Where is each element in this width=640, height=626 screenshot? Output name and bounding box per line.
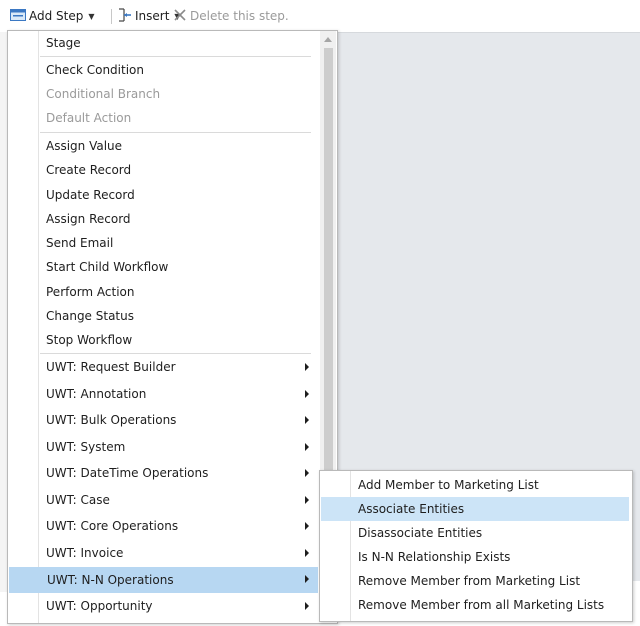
menu-item-start-child-workflow[interactable]: Start Child Workflow — [8, 255, 318, 279]
insert-icon — [118, 7, 132, 25]
menu-item-uwt-system[interactable]: UWT: System — [8, 435, 318, 459]
submenu-arrow-icon — [305, 602, 309, 610]
submenu-arrow-icon — [305, 390, 309, 398]
add-step-label: Add Step — [29, 9, 84, 23]
menu-item-check-condition[interactable]: Check Condition — [8, 58, 318, 82]
add-step-icon — [10, 8, 26, 25]
menu-item-uwt-opportunity[interactable]: UWT: Opportunity — [8, 594, 318, 618]
submenu-item-remove-member-from-marketing-list[interactable]: Remove Member from Marketing List — [321, 569, 629, 593]
submenu-item-is-nn-relationship-exists[interactable]: Is N-N Relationship Exists — [321, 545, 629, 569]
insert-label: Insert — [135, 9, 170, 23]
menu-item-send-email[interactable]: Send Email — [8, 231, 318, 255]
submenu-arrow-icon — [305, 549, 309, 557]
menu-separator — [40, 56, 311, 57]
submenu-arrow-icon — [305, 496, 309, 504]
scroll-up-button[interactable] — [320, 31, 336, 47]
menu-item-uwt-case[interactable]: UWT: Case — [8, 488, 318, 512]
submenu-arrow-icon — [305, 575, 309, 583]
left-panel-edge — [0, 32, 7, 592]
submenu-arrow-icon — [305, 416, 309, 424]
menu-item-perform-action[interactable]: Perform Action — [8, 280, 318, 304]
menu-item-uwt-bulk-operations[interactable]: UWT: Bulk Operations — [8, 408, 318, 432]
menu-item-create-record[interactable]: Create Record — [8, 158, 318, 182]
menu-item-update-record[interactable]: Update Record — [8, 183, 318, 207]
menu-item-uwt-annotation[interactable]: UWT: Annotation — [8, 382, 318, 406]
scroll-up-arrow-icon — [324, 36, 332, 42]
menu-item-change-status[interactable]: Change Status — [8, 304, 318, 328]
submenu-arrow-icon — [305, 443, 309, 451]
submenu-item-disassociate-entities[interactable]: Disassociate Entities — [321, 521, 629, 545]
menu-item-uwt-nn-operations[interactable]: UWT: N-N Operations — [9, 567, 318, 593]
menu-item-default-action: Default Action — [46, 111, 132, 125]
chevron-down-icon: ▼ — [88, 11, 95, 21]
menu-item-stage[interactable]: Stage — [8, 31, 318, 55]
menu-item-assign-value[interactable]: Assign Value — [8, 134, 318, 158]
submenu-item-remove-member-from-all-marketing-lists[interactable]: Remove Member from all Marketing Lists — [321, 593, 629, 617]
nn-operations-submenu: Add Member to Marketing List Associate E… — [319, 470, 633, 622]
toolbar-divider — [111, 9, 112, 24]
menu-separator — [40, 132, 311, 133]
menu-item-assign-record[interactable]: Assign Record — [8, 207, 318, 231]
menu-separator — [40, 353, 311, 354]
delete-x-icon — [173, 8, 187, 25]
delete-step-button[interactable]: Delete this step. — [173, 6, 289, 26]
menu-item-uwt-datetime-operations[interactable]: UWT: DateTime Operations — [8, 461, 318, 485]
submenu-item-associate-entities[interactable]: Associate Entities — [321, 497, 629, 521]
menu-item-uwt-core-operations[interactable]: UWT: Core Operations — [8, 514, 318, 538]
toolbar: Add Step ▼ Insert ▼ Delete this step. — [0, 0, 640, 32]
add-step-button[interactable]: Add Step ▼ — [10, 6, 95, 26]
scroll-thumb[interactable] — [324, 48, 333, 488]
submenu-arrow-icon — [305, 469, 309, 477]
submenu-arrow-icon — [305, 522, 309, 530]
menu-item-uwt-request-builder[interactable]: UWT: Request Builder — [8, 355, 318, 379]
submenu-arrow-icon — [305, 363, 309, 371]
menu-item-uwt-invoice[interactable]: UWT: Invoice — [8, 541, 318, 565]
insert-button[interactable]: Insert ▼ — [118, 6, 181, 26]
menu-item-conditional-branch: Conditional Branch — [46, 87, 161, 101]
submenu-item-add-member-to-marketing-list[interactable]: Add Member to Marketing List — [321, 473, 629, 497]
menu-item-stop-workflow[interactable]: Stop Workflow — [8, 328, 318, 352]
delete-step-label: Delete this step. — [190, 9, 289, 23]
add-step-menu: Stage Check Condition Conditional Branch… — [7, 30, 338, 624]
